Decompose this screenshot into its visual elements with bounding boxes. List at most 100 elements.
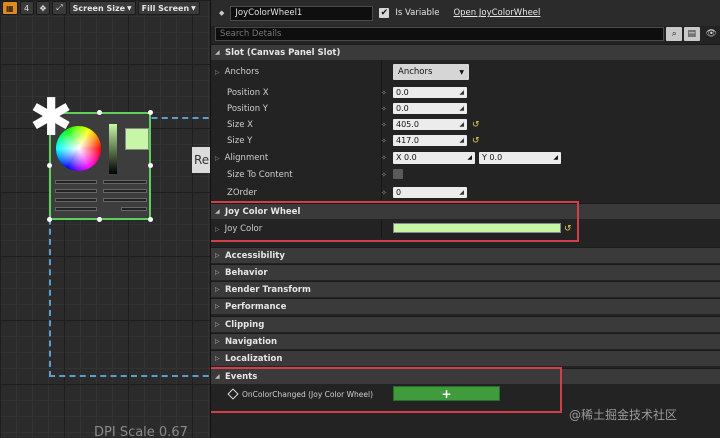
resize-handle[interactable] [47,163,52,168]
category-clipping[interactable]: ▷ Clipping [211,316,720,332]
position-x-input[interactable]: 0.0 ◢ [393,87,467,98]
preview-field [121,207,147,211]
screen-size-dropdown[interactable]: Screen Size ▼ [68,1,136,15]
binding-icon[interactable]: ✧ [381,171,387,179]
resize-handle[interactable] [47,217,52,222]
field-value: 0.0 [396,104,409,113]
property-label: Position Y [227,103,268,114]
preview-field [55,180,97,184]
binding-icon[interactable]: ✧ [381,89,387,97]
details-panel: ◆ JoyColorWheel1 ✔ Is Variable Open JoyC… [210,0,720,438]
resize-handle[interactable] [148,163,153,168]
reset-to-default-icon[interactable]: ↺ [564,224,572,234]
drag-corner-icon: ◢ [459,89,464,96]
widget-name-bar: ◆ JoyColorWheel1 ✔ Is Variable Open JoyC… [211,0,720,26]
category-label: Clipping [225,319,265,330]
category-behavior[interactable]: ▷ Behavior [211,264,720,280]
drag-corner-icon: ◢ [459,137,464,144]
grid-size-button[interactable]: 4 [19,1,34,15]
open-widget-link[interactable]: Open JoyColorWheel [453,8,540,18]
property-label: ▷ Joy Color [215,224,262,234]
zoom-mode-button[interactable]: ⤢ [52,1,67,15]
size-y-input[interactable]: 417.0 ◢ [393,135,467,146]
drag-corner-icon: ◢ [459,189,464,196]
category-label: Performance [225,301,287,312]
is-variable-checkbox[interactable]: ✔ [379,8,390,18]
chevron-down-icon: ▼ [127,4,132,12]
add-event-button[interactable]: + [393,386,500,401]
expand-arrow-icon: ▷ [215,225,220,233]
anchors-dropdown[interactable]: Anchors ▼ [393,64,469,80]
zorder-input[interactable]: 0 ◢ [393,187,467,198]
canvas-toolbar: ▦ 4 ✥ ⤢ Screen Size ▼ Fill Screen ▼ [0,0,210,17]
field-value: 0.0 [396,88,409,97]
designer-canvas[interactable]: ▦ 4 ✥ ⤢ Screen Size ▼ Fill Screen ▼ ✱ Re… [0,0,210,438]
field-value: X 0.0 [396,153,417,162]
property-position-y: Position Y ✧ 0.0 ◢ [211,100,720,117]
position-y-input[interactable]: 0.0 ◢ [393,103,467,114]
category-accessibility[interactable]: ▷ Accessibility [211,247,720,263]
category-navigation[interactable]: ▷ Navigation [211,333,720,349]
is-variable-label: Is Variable [395,8,440,18]
grid-snap-button[interactable]: ▦ [2,1,18,15]
resize-handle[interactable] [148,217,153,222]
fill-screen-dropdown[interactable]: Fill Screen ▼ [137,1,200,15]
category-performance[interactable]: ▷ Performance [211,298,720,314]
category-localization[interactable]: ▷ Localization [211,350,720,366]
expand-arrow-icon: ▷ [215,252,220,259]
category-joy-color-wheel[interactable]: ◢ Joy Color Wheel [211,203,720,219]
binding-icon[interactable]: ✧ [381,154,387,162]
transform-mode-button[interactable]: ✥ [35,1,51,15]
column-divider [381,220,382,237]
resize-handle[interactable] [97,110,102,115]
preview-field [55,189,97,193]
reset-to-default-icon[interactable]: ↺ [472,136,480,146]
category-label: Localization [225,353,283,364]
property-size-x: Size X ✧ 405.0 ◢ ↺ [211,116,720,133]
category-slot[interactable]: ◢ Slot (Canvas Panel Slot) [211,44,720,60]
alignment-y-input[interactable]: Y 0.0 ◢ [479,151,561,164]
widget-icon: ◆ [219,9,225,17]
resize-handle[interactable] [97,217,102,222]
widget-name-input[interactable]: JoyColorWheel1 [230,5,374,21]
property-size-to-content: Size To Content ✧ [211,166,720,183]
category-events[interactable]: ◢ Events [211,368,720,384]
binding-icon[interactable]: ✧ [381,137,387,145]
field-value: 0 [396,188,402,197]
binding-icon[interactable]: ✧ [381,189,387,197]
expand-arrow-icon: ▷ [215,269,220,276]
search-button[interactable]: ⌕ [666,27,682,41]
drag-corner-icon: ◢ [459,121,464,128]
category-render-transform[interactable]: ▷ Render Transform [211,281,720,297]
property-label: Size X [227,119,253,130]
search-input[interactable]: Search Details [215,27,665,41]
size-x-input[interactable]: 405.0 ◢ [393,119,467,130]
category-label: Slot (Canvas Panel Slot) [225,47,341,58]
eye-icon: 👁 [705,29,717,39]
anchors-value: Anchors [398,67,433,77]
joy-color-picker[interactable] [393,223,561,233]
reset-to-default-icon[interactable]: ↺ [472,120,480,130]
category-label: Navigation [225,336,277,347]
property-label: ▷ Anchors [215,67,259,77]
binding-icon[interactable]: ✧ [381,121,387,129]
collapse-arrow-icon: ◢ [215,208,220,215]
anchors-label: Anchors [224,66,260,77]
property-size-y: Size Y ✧ 417.0 ◢ ↺ [211,132,720,149]
expand-arrow-icon: ▷ [215,338,220,345]
expand-arrow-icon: ▷ [215,68,220,76]
field-value: 417.0 [396,136,419,145]
alignment-x-input[interactable]: X 0.0 ◢ [393,151,475,164]
grid-icon: ▤ [687,29,697,39]
expand-arrow-icon: ▷ [215,303,220,310]
size-to-content-checkbox[interactable] [393,169,403,179]
view-options-button[interactable]: 👁 [702,27,720,41]
binding-icon[interactable]: ✧ [381,105,387,113]
category-label: Accessibility [225,250,285,261]
preview-field [55,207,97,211]
resize-handle[interactable] [148,110,153,115]
property-label: Size Y [227,135,253,146]
anchor-icon[interactable]: ✱ [28,92,74,144]
property-matrix-button[interactable]: ▤ [684,27,700,41]
category-label: Events [225,371,258,382]
